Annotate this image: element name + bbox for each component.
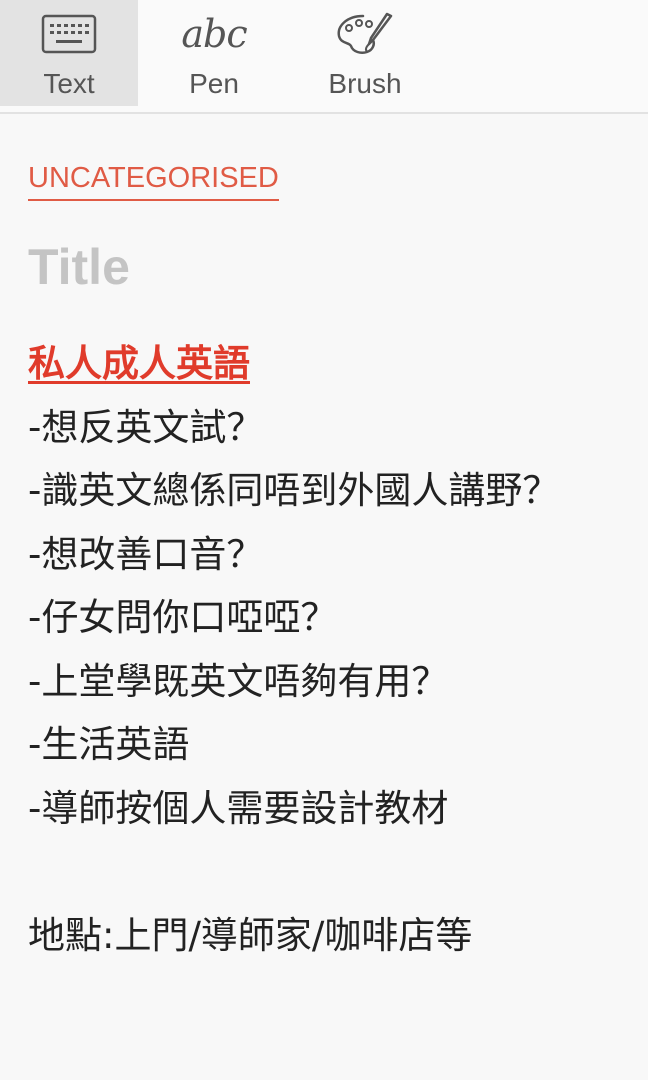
note-line: -想反英文試？: [28, 405, 264, 449]
palette-brush-icon: [296, 10, 434, 58]
note-line: -上堂學既英文唔夠有用？: [28, 659, 449, 703]
abc-handwriting-icon: abc: [145, 10, 283, 58]
text-mode-label: Text: [43, 68, 95, 99]
pen-mode-button[interactable]: abc Pen: [145, 0, 283, 106]
brush-mode-button[interactable]: Brush: [296, 0, 434, 106]
keyboard-icon: [0, 10, 138, 58]
note-line: -想改善口音？: [28, 532, 264, 576]
note-headline: 私人成人英語: [28, 342, 250, 385]
input-mode-toolbar: Text abc Pen Brush: [0, 0, 648, 114]
pen-icon-text: abc: [181, 12, 247, 56]
title-input[interactable]: Title: [28, 238, 130, 296]
note-line: -仔女問你口啞啞？: [28, 596, 338, 639]
note-line: -導師按個人需要設計教材: [28, 786, 449, 830]
note-location-line: 地點:上門/導師家/咖啡店等: [28, 913, 473, 957]
brush-mode-label: Brush: [328, 68, 402, 99]
text-mode-button[interactable]: Text: [0, 0, 138, 106]
pen-mode-label: Pen: [189, 68, 239, 99]
category-selector[interactable]: UNCATEGORISED: [28, 162, 279, 201]
note-body-editor[interactable]: 私人成人英語 -想反英文試？ -識英文總係同唔到外國人講野？ -想改善口音？ -…: [28, 332, 648, 967]
note-line: -識英文總係同唔到外國人講野？: [28, 469, 560, 512]
note-line: -生活英語: [28, 723, 190, 766]
